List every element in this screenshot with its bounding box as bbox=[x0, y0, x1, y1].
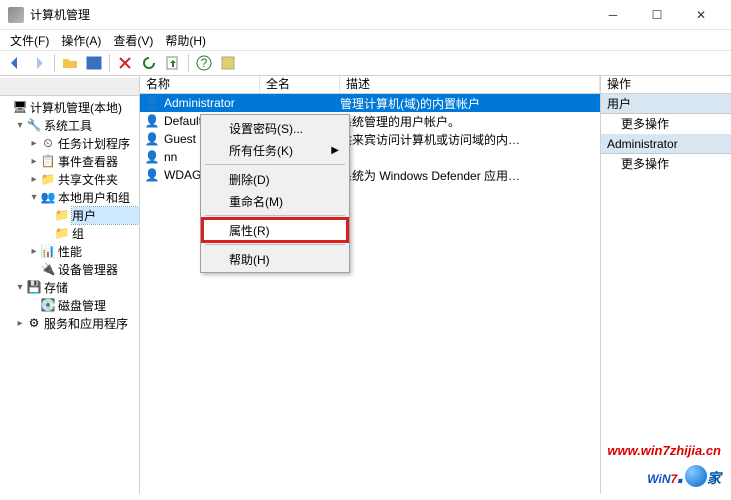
clock-icon: ⏲ bbox=[40, 135, 56, 151]
actions-more-1[interactable]: 更多操作 bbox=[601, 114, 731, 134]
tree-groups[interactable]: 📁组 bbox=[0, 224, 139, 242]
refresh-button[interactable] bbox=[138, 52, 160, 74]
tree-event-viewer[interactable]: ▸📋事件查看器 bbox=[0, 152, 139, 170]
tree-disk-management[interactable]: 💽磁盘管理 bbox=[0, 296, 139, 314]
storage-icon: 💾 bbox=[26, 279, 42, 295]
menubar: 文件(F) 操作(A) 查看(V) 帮助(H) bbox=[0, 30, 731, 50]
tree-users[interactable]: 📁用户 bbox=[0, 206, 139, 224]
show-hide-button[interactable] bbox=[83, 52, 105, 74]
actions-pane: 操作 用户 更多操作 Administrator 更多操作 bbox=[601, 76, 731, 494]
tree-services[interactable]: ▸⚙服务和应用程序 bbox=[0, 314, 139, 332]
actions-header: 操作 bbox=[601, 76, 731, 94]
column-name[interactable]: 名称 bbox=[140, 76, 260, 93]
folder-icon: 📁 bbox=[54, 207, 70, 223]
tree-storage[interactable]: ▾💾存储 bbox=[0, 278, 139, 296]
maximize-button[interactable]: ☐ bbox=[635, 0, 679, 30]
toolbar: ? bbox=[0, 50, 731, 76]
user-icon: 👤 bbox=[144, 131, 160, 147]
separator bbox=[109, 54, 110, 72]
svg-text:?: ? bbox=[201, 56, 208, 70]
chevron-right-icon: ▶ bbox=[331, 145, 339, 156]
minimize-button[interactable]: ─ bbox=[591, 0, 635, 30]
menu-properties[interactable]: 属性(R) bbox=[203, 219, 347, 241]
folder-icon: 📁 bbox=[40, 171, 56, 187]
folder-icon: 📁 bbox=[54, 225, 70, 241]
menu-action[interactable]: 操作(A) bbox=[55, 32, 107, 49]
computer-icon: 🖥 bbox=[12, 99, 28, 115]
list-body: 👤Administrator管理计算机(域)的内置帐户 👤DefaultAcco… bbox=[140, 94, 600, 184]
body: 🖥计算机管理(本地) ▾🔧系统工具 ▸⏲任务计划程序 ▸📋事件查看器 ▸📁共享文… bbox=[0, 76, 731, 494]
context-menu: 设置密码(S)... 所有任务(K)▶ 删除(D) 重命名(M) 属性(R) 帮… bbox=[200, 114, 350, 273]
user-icon: 👤 bbox=[144, 167, 160, 183]
actions-section-admin: Administrator bbox=[601, 134, 731, 154]
list-pane: 名称 全名 描述 👤Administrator管理计算机(域)的内置帐户 👤De… bbox=[140, 76, 601, 494]
separator bbox=[54, 54, 55, 72]
user-icon: 👤 bbox=[144, 95, 160, 111]
help-button[interactable]: ? bbox=[193, 52, 215, 74]
menu-all-tasks[interactable]: 所有任务(K)▶ bbox=[203, 139, 347, 161]
navigation-tree[interactable]: 🖥计算机管理(本地) ▾🔧系统工具 ▸⏲任务计划程序 ▸📋事件查看器 ▸📁共享文… bbox=[0, 76, 140, 494]
wrench-icon: 🔧 bbox=[26, 117, 42, 133]
forward-button[interactable] bbox=[28, 52, 50, 74]
tree-shared-folders[interactable]: ▸📁共享文件夹 bbox=[0, 170, 139, 188]
tree-system-tools[interactable]: ▾🔧系统工具 bbox=[0, 116, 139, 134]
user-icon: 👤 bbox=[144, 149, 160, 165]
user-icon: 👤 bbox=[144, 113, 160, 129]
tree-local-users[interactable]: ▾👥本地用户和组 bbox=[0, 188, 139, 206]
app-icon bbox=[8, 7, 24, 23]
menu-separator bbox=[205, 164, 345, 165]
menu-rename[interactable]: 重命名(M) bbox=[203, 190, 347, 212]
up-button[interactable] bbox=[59, 52, 81, 74]
disk-icon: 💽 bbox=[40, 297, 56, 313]
gear-icon: ⚙ bbox=[26, 315, 42, 331]
window-title: 计算机管理 bbox=[30, 6, 591, 23]
titlebar: 计算机管理 ─ ☐ ✕ bbox=[0, 0, 731, 30]
menu-separator bbox=[205, 215, 345, 216]
menu-set-password[interactable]: 设置密码(S)... bbox=[203, 117, 347, 139]
actions-more-2[interactable]: 更多操作 bbox=[601, 154, 731, 174]
device-icon: 🔌 bbox=[40, 261, 56, 277]
actions-section-users: 用户 bbox=[601, 94, 731, 114]
menu-file[interactable]: 文件(F) bbox=[4, 32, 55, 49]
back-button[interactable] bbox=[4, 52, 26, 74]
tree-performance[interactable]: ▸📊性能 bbox=[0, 242, 139, 260]
list-header: 名称 全名 描述 bbox=[140, 76, 600, 94]
delete-button[interactable] bbox=[114, 52, 136, 74]
users-icon: 👥 bbox=[40, 189, 56, 205]
export-button[interactable] bbox=[162, 52, 184, 74]
menu-help[interactable]: 帮助(H) bbox=[159, 32, 212, 49]
tree-root[interactable]: 🖥计算机管理(本地) bbox=[0, 98, 139, 116]
separator bbox=[188, 54, 189, 72]
properties-button[interactable] bbox=[217, 52, 239, 74]
menu-help[interactable]: 帮助(H) bbox=[203, 248, 347, 270]
event-icon: 📋 bbox=[40, 153, 56, 169]
close-button[interactable]: ✕ bbox=[679, 0, 723, 30]
menu-delete[interactable]: 删除(D) bbox=[203, 168, 347, 190]
tree-task-scheduler[interactable]: ▸⏲任务计划程序 bbox=[0, 134, 139, 152]
perf-icon: 📊 bbox=[40, 243, 56, 259]
user-row-administrator[interactable]: 👤Administrator管理计算机(域)的内置帐户 bbox=[140, 94, 600, 112]
column-fullname[interactable]: 全名 bbox=[260, 76, 340, 93]
tree-device-manager[interactable]: 🔌设备管理器 bbox=[0, 260, 139, 278]
menu-separator bbox=[205, 244, 345, 245]
menu-view[interactable]: 查看(V) bbox=[107, 32, 159, 49]
tree-header bbox=[0, 78, 139, 96]
column-description[interactable]: 描述 bbox=[340, 76, 600, 93]
